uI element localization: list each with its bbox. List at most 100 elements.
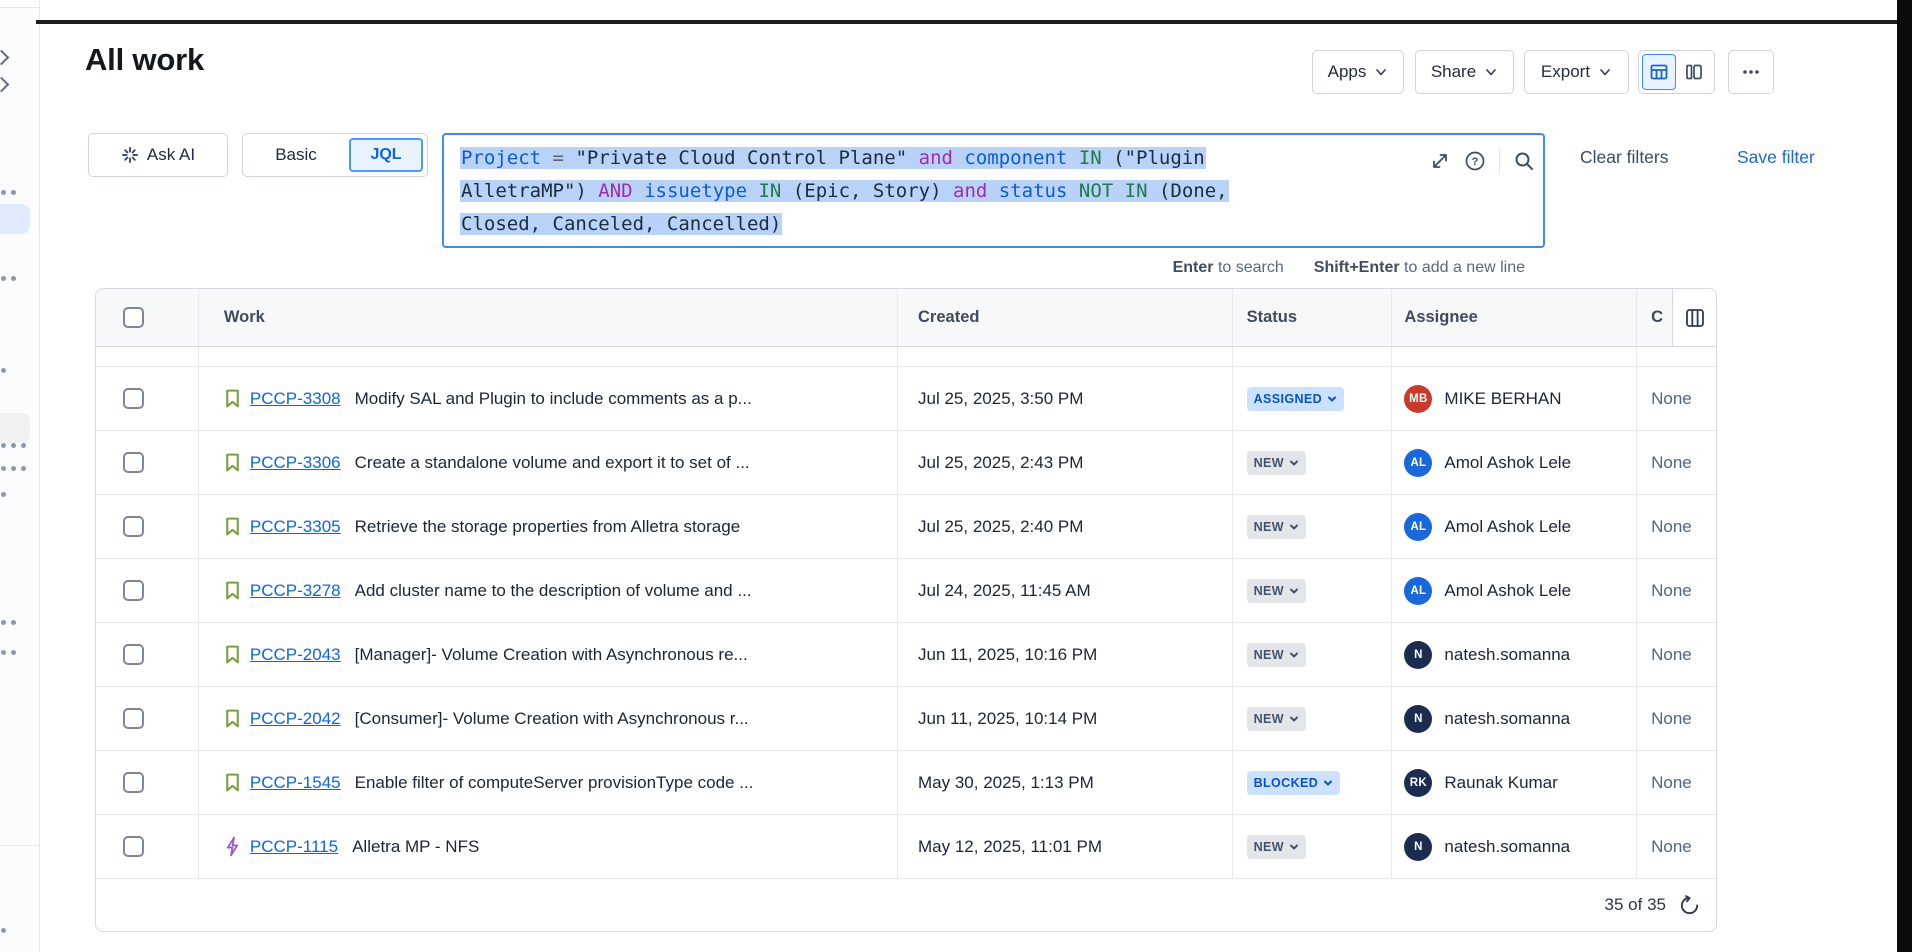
chevron-right-icon[interactable] bbox=[0, 77, 9, 93]
row-checkbox[interactable] bbox=[123, 580, 144, 601]
checkbox-cell bbox=[96, 431, 199, 494]
issue-summary[interactable]: Alletra MP - NFS bbox=[352, 837, 479, 857]
refresh-button[interactable] bbox=[1679, 895, 1700, 916]
sidebar-sliver bbox=[0, 0, 40, 952]
assignee-cell[interactable]: N natesh.somanna bbox=[1392, 623, 1637, 686]
row-checkbox[interactable] bbox=[123, 388, 144, 409]
status-cell: BLOCKED bbox=[1233, 751, 1393, 814]
category-value: None bbox=[1651, 645, 1692, 665]
row-checkbox[interactable] bbox=[123, 708, 144, 729]
issue-summary[interactable]: Retrieve the storage properties from All… bbox=[355, 517, 741, 537]
more-actions-button[interactable] bbox=[1728, 50, 1774, 94]
assignee-cell[interactable]: N natesh.somanna bbox=[1392, 687, 1637, 750]
issue-key-link[interactable]: PCCP-3308 bbox=[250, 389, 341, 409]
category-value: None bbox=[1651, 517, 1692, 537]
issue-summary[interactable]: [Manager]- Volume Creation with Asynchro… bbox=[355, 645, 748, 665]
expand-icon bbox=[1429, 150, 1451, 172]
status-badge[interactable]: NEW bbox=[1247, 451, 1306, 475]
issue-key-link[interactable]: PCCP-1115 bbox=[250, 837, 338, 857]
issue-summary[interactable]: Modify SAL and Plugin to include comment… bbox=[355, 389, 752, 409]
issue-summary[interactable]: Add cluster name to the description of v… bbox=[355, 581, 752, 601]
assignee-cell[interactable]: AL Amol Ashok Lele bbox=[1392, 431, 1637, 494]
assignee-cell[interactable]: AL Amol Ashok Lele bbox=[1392, 495, 1637, 558]
configure-columns-button[interactable] bbox=[1672, 289, 1716, 346]
status-badge[interactable]: NEW bbox=[1247, 643, 1306, 667]
checkbox-cell bbox=[96, 559, 199, 622]
column-header-work[interactable]: Work bbox=[224, 308, 265, 327]
row-checkbox[interactable] bbox=[123, 516, 144, 537]
expand-editor-button[interactable] bbox=[1429, 150, 1451, 172]
search-hint: Enter to search Shift+Enter to add a new… bbox=[1122, 259, 1525, 277]
issue-key-link[interactable]: PCCP-3278 bbox=[250, 581, 341, 601]
work-cell: PCCP-3305 Retrieve the storage propertie… bbox=[199, 495, 898, 558]
assignee-cell[interactable]: AL Amol Ashok Lele bbox=[1392, 559, 1637, 622]
apps-button[interactable]: Apps bbox=[1312, 50, 1404, 94]
row-checkbox[interactable] bbox=[123, 772, 144, 793]
ask-ai-button[interactable]: Ask AI bbox=[88, 133, 228, 177]
table-row: PCCP-3308 Modify SAL and Plugin to inclu… bbox=[96, 367, 1716, 431]
page-title: All work bbox=[85, 42, 204, 78]
detail-view-button[interactable] bbox=[1678, 54, 1711, 90]
run-search-button[interactable] bbox=[1513, 150, 1535, 172]
syntax-help-button[interactable]: ? bbox=[1464, 150, 1486, 172]
table-row: PCCP-1545 Enable filter of computeServer… bbox=[96, 751, 1716, 815]
issue-key-link[interactable]: PCCP-3305 bbox=[250, 517, 341, 537]
issue-key-link[interactable]: PCCP-3306 bbox=[250, 453, 341, 473]
sidebar-hovered-item[interactable] bbox=[0, 413, 30, 443]
status-badge[interactable]: ASSIGNED bbox=[1247, 387, 1345, 411]
row-checkbox[interactable] bbox=[123, 644, 144, 665]
checkbox-cell bbox=[96, 815, 199, 878]
refresh-icon bbox=[1679, 895, 1700, 916]
issue-summary[interactable]: Create a standalone volume and export it… bbox=[355, 453, 750, 473]
column-header-truncated[interactable]: C bbox=[1651, 308, 1663, 327]
status-label: ASSIGNED bbox=[1254, 392, 1323, 406]
row-checkbox[interactable] bbox=[123, 836, 144, 857]
issue-summary[interactable]: Enable filter of computeServer provision… bbox=[355, 773, 754, 793]
sidebar-selected-item[interactable] bbox=[0, 204, 30, 234]
status-badge[interactable]: NEW bbox=[1247, 835, 1306, 859]
column-header-status[interactable]: Status bbox=[1247, 308, 1297, 327]
save-filter-button[interactable]: Save filter bbox=[1737, 147, 1815, 168]
issue-key-link[interactable]: PCCP-1545 bbox=[250, 773, 341, 793]
chevron-down-icon bbox=[1289, 458, 1299, 468]
table-header-row: Work Created Status Assignee C bbox=[96, 289, 1716, 347]
window-right-edge bbox=[1897, 0, 1912, 952]
assignee-cell[interactable]: MB MIKE BERHAN bbox=[1392, 367, 1637, 430]
basic-mode-button[interactable]: Basic bbox=[243, 145, 349, 165]
share-button[interactable]: Share bbox=[1415, 50, 1514, 94]
category-value: None bbox=[1651, 389, 1692, 409]
table-view-button[interactable] bbox=[1642, 54, 1676, 90]
issue-key-link[interactable]: PCCP-2042 bbox=[250, 709, 341, 729]
icon-divider bbox=[1499, 148, 1500, 174]
checkbox-cell bbox=[96, 623, 199, 686]
status-badge[interactable]: NEW bbox=[1247, 515, 1306, 539]
issue-key-link[interactable]: PCCP-2043 bbox=[250, 645, 341, 665]
status-badge[interactable]: BLOCKED bbox=[1247, 771, 1341, 795]
export-button[interactable]: Export bbox=[1524, 50, 1629, 94]
column-header-created[interactable]: Created bbox=[918, 308, 979, 327]
clear-filters-button[interactable]: Clear filters bbox=[1580, 147, 1669, 168]
jql-mode-button[interactable]: JQL bbox=[349, 138, 423, 172]
assignee-avatar: N bbox=[1404, 833, 1432, 861]
jql-query-input[interactable]: Project = "Private Cloud Control Plane" … bbox=[442, 133, 1545, 248]
status-badge[interactable]: NEW bbox=[1247, 707, 1306, 731]
column-header-assignee[interactable]: Assignee bbox=[1404, 308, 1477, 327]
assignee-cell[interactable]: RK Raunak Kumar bbox=[1392, 751, 1637, 814]
sidebar-item-dots bbox=[1, 928, 6, 933]
created-cell: Jul 25, 2025, 3:50 PM bbox=[898, 367, 1233, 430]
assignee-cell[interactable]: N natesh.somanna bbox=[1392, 815, 1637, 878]
issue-summary[interactable]: [Consumer]- Volume Creation with Asynchr… bbox=[355, 709, 749, 729]
checkbox-cell bbox=[96, 495, 199, 558]
category-value: None bbox=[1651, 837, 1692, 857]
chevron-right-icon[interactable] bbox=[0, 50, 9, 66]
table-footer: 35 of 35 bbox=[96, 879, 1716, 931]
table-body: PCCP-3308 Modify SAL and Plugin to inclu… bbox=[96, 367, 1716, 879]
created-date: Jun 11, 2025, 10:14 PM bbox=[918, 709, 1097, 729]
chevron-down-icon bbox=[1289, 650, 1299, 660]
story-icon bbox=[224, 708, 241, 729]
checkbox-cell bbox=[96, 367, 199, 430]
row-checkbox[interactable] bbox=[123, 452, 144, 473]
select-all-checkbox[interactable] bbox=[123, 307, 144, 328]
status-badge[interactable]: NEW bbox=[1247, 579, 1306, 603]
table-row: PCCP-3305 Retrieve the storage propertie… bbox=[96, 495, 1716, 559]
